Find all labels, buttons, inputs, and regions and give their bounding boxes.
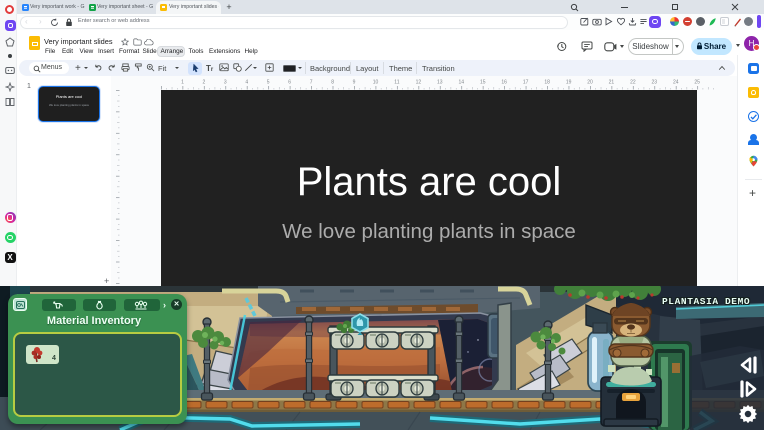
svg-text:22: 22 <box>630 80 636 86</box>
svg-text:24: 24 <box>673 80 679 86</box>
svg-text:10: 10 <box>373 80 379 86</box>
svg-text:2: 2 <box>203 80 206 86</box>
svg-text:8: 8 <box>331 80 334 86</box>
svg-text:17: 17 <box>523 80 529 86</box>
svg-text:1: 1 <box>181 80 184 86</box>
svg-text:9: 9 <box>353 80 356 86</box>
svg-text:3: 3 <box>224 80 227 86</box>
svg-text:7: 7 <box>310 80 313 86</box>
svg-text:12: 12 <box>416 80 422 86</box>
svg-text:25: 25 <box>694 80 700 86</box>
svg-text:6: 6 <box>288 80 291 86</box>
svg-text:15: 15 <box>480 80 486 86</box>
svg-text:20: 20 <box>587 80 593 86</box>
svg-text:4: 4 <box>245 80 248 86</box>
svg-text:13: 13 <box>437 80 443 86</box>
svg-text:19: 19 <box>566 80 572 86</box>
svg-text:21: 21 <box>609 80 615 86</box>
svg-text:5: 5 <box>267 80 270 86</box>
svg-text:14: 14 <box>459 80 465 86</box>
svg-text:11: 11 <box>394 80 399 86</box>
svg-text:18: 18 <box>544 80 550 86</box>
svg-text:16: 16 <box>501 80 507 86</box>
svg-text:23: 23 <box>652 80 658 86</box>
